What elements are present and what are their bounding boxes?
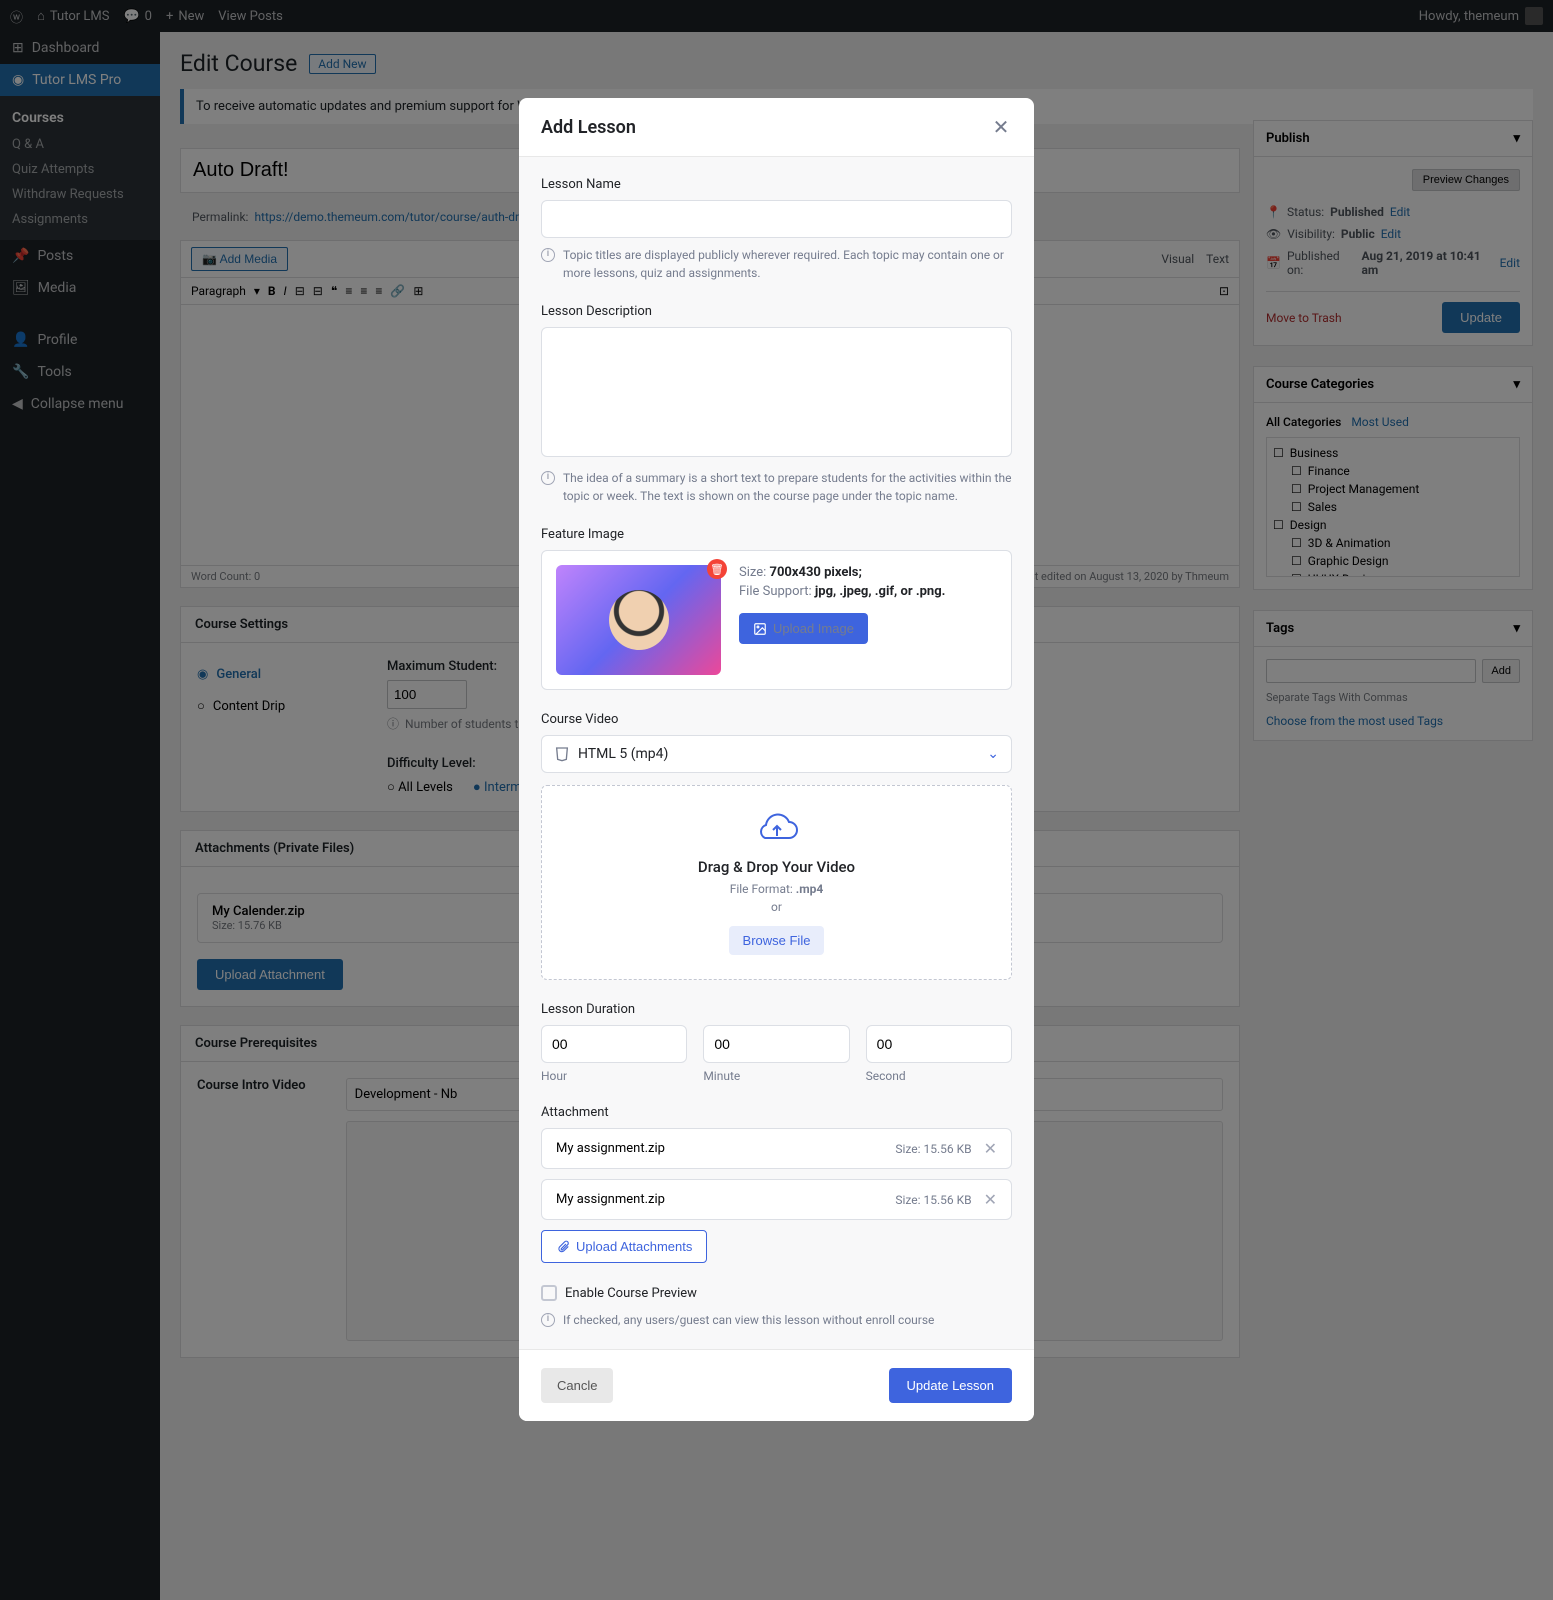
dropzone-format: File Format: .mp4: [566, 882, 987, 896]
lesson-name-hint: Topic titles are displayed publicly wher…: [563, 246, 1012, 282]
dropzone-or: or: [566, 900, 987, 914]
add-lesson-modal: Add Lesson ✕ Lesson Name i Topic titles …: [519, 98, 1034, 1421]
hour-label: Hour: [541, 1069, 687, 1083]
minute-label: Minute: [703, 1069, 849, 1083]
browse-file-button[interactable]: Browse File: [729, 926, 825, 955]
minute-input[interactable]: [703, 1025, 849, 1063]
lesson-desc-hint: The idea of a summary is a short text to…: [563, 469, 1012, 505]
attachment-item: My assignment.zip Size: 15.56 KB ✕: [541, 1179, 1012, 1220]
hour-input[interactable]: [541, 1025, 687, 1063]
course-video-label: Course Video: [541, 712, 1012, 727]
update-lesson-button[interactable]: Update Lesson: [889, 1368, 1012, 1403]
feature-size: 700x430 pixels;: [770, 565, 862, 580]
size-label: Size:: [739, 565, 770, 580]
video-source-select[interactable]: HTML 5 (mp4) ⌄: [541, 735, 1012, 773]
enable-preview-hint: If checked, any users/guest can view thi…: [563, 1311, 934, 1329]
delete-image-icon[interactable]: 🗑: [707, 559, 727, 579]
modal-title: Add Lesson: [541, 117, 636, 138]
lesson-name-input[interactable]: [541, 200, 1012, 238]
enable-preview-label: Enable Course Preview: [565, 1286, 697, 1301]
dropzone-title: Drag & Drop Your Video: [566, 858, 987, 876]
remove-attachment-icon[interactable]: ✕: [984, 1190, 997, 1209]
modal-overlay: Add Lesson ✕ Lesson Name i Topic titles …: [0, 0, 1553, 1600]
image-icon: [753, 622, 767, 636]
cancel-button[interactable]: Cancle: [541, 1368, 613, 1403]
attachment-size: Size: 15.56 KB: [895, 1142, 971, 1156]
feature-formats: jpg, .jpeg, .gif, or .png.: [815, 584, 946, 599]
lesson-name-label: Lesson Name: [541, 177, 1012, 192]
upload-attachments-button[interactable]: Upload Attachments: [541, 1230, 707, 1263]
attachment-label: Attachment: [541, 1105, 1012, 1120]
upload-image-button[interactable]: Upload Image: [739, 613, 868, 644]
video-dropzone[interactable]: Drag & Drop Your Video File Format: .mp4…: [541, 785, 1012, 980]
html5-icon: [554, 746, 570, 762]
lesson-desc-label: Lesson Description: [541, 304, 1012, 319]
info-icon: i: [541, 248, 555, 262]
enable-preview-checkbox[interactable]: [541, 1285, 557, 1301]
lesson-desc-input[interactable]: [541, 327, 1012, 457]
duration-label: Lesson Duration: [541, 1002, 1012, 1017]
paperclip-icon: [556, 1240, 570, 1254]
format-label: File Support:: [739, 584, 815, 599]
chevron-down-icon: ⌄: [987, 746, 999, 762]
info-icon: i: [541, 1313, 555, 1327]
attachment-item: My assignment.zip Size: 15.56 KB ✕: [541, 1128, 1012, 1169]
feature-image-preview: 🗑: [556, 565, 721, 675]
feature-image-label: Feature Image: [541, 527, 1012, 542]
close-icon[interactable]: ✕: [990, 116, 1012, 138]
info-icon: i: [541, 471, 555, 485]
second-input[interactable]: [866, 1025, 1012, 1063]
cloud-upload-icon: [753, 810, 801, 846]
second-label: Second: [866, 1069, 1012, 1083]
remove-attachment-icon[interactable]: ✕: [984, 1139, 997, 1158]
attachment-size: Size: 15.56 KB: [895, 1193, 971, 1207]
